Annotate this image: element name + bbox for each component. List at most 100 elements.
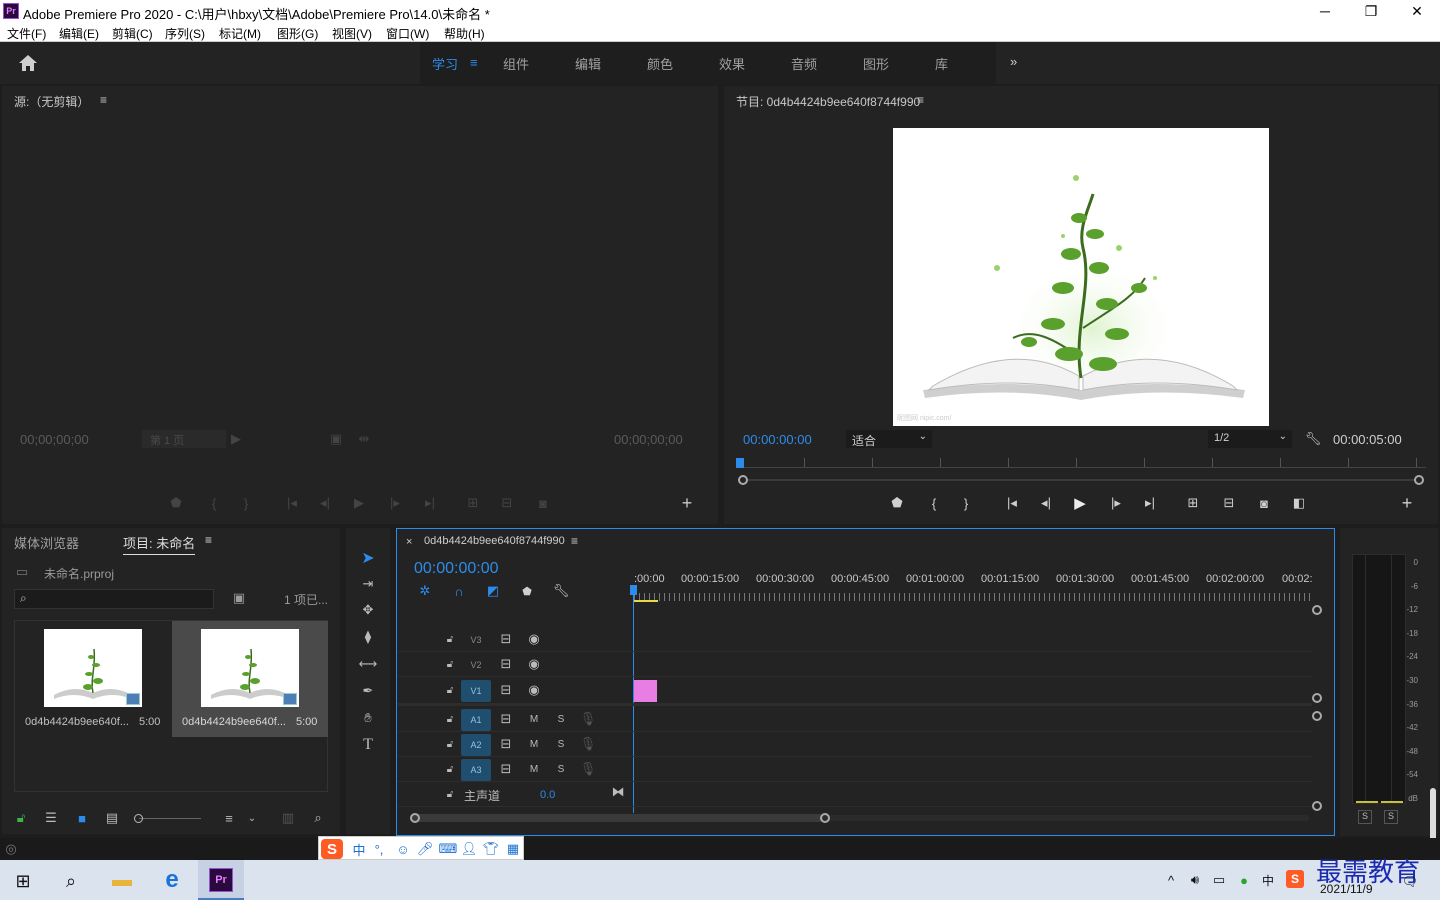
workspace-menu-icon[interactable]: ≡ (470, 55, 478, 70)
go-to-out-icon[interactable]: ▸| (1140, 494, 1160, 512)
windows-start-icon[interactable]: ⊞ (12, 870, 34, 892)
skin-icon[interactable]: 👕︎ (483, 840, 500, 858)
timeline-scroll-thumb[interactable] (411, 814, 823, 822)
lock-icon[interactable]: 🔓︎ (444, 683, 456, 697)
solo-left-button[interactable]: S (1358, 810, 1372, 824)
maximize-button[interactable]: ❐ (1348, 0, 1394, 22)
slip-tool-icon[interactable]: ⟷ (358, 654, 378, 674)
menu-window[interactable]: 窗口(W) (386, 25, 429, 42)
zoom-slider-handle[interactable] (134, 814, 143, 823)
video-scroll-top[interactable] (1312, 605, 1322, 615)
timeline-sequence-title[interactable]: 0d4b4424b9ee640f8744f990 (424, 535, 565, 547)
step-back-icon[interactable]: ◂| (1036, 494, 1056, 512)
scroll-handle-right[interactable] (1414, 475, 1424, 485)
lock-icon[interactable]: 🔓︎ (444, 657, 456, 671)
source-title[interactable]: 源:（无剪辑） (14, 93, 89, 110)
sogou-logo-icon[interactable]: S (321, 839, 343, 859)
menu-marker[interactable]: 标记(M) (219, 25, 261, 42)
solo-button[interactable]: S (555, 712, 567, 726)
linked-selection-icon[interactable]: ◩ (485, 583, 501, 599)
sync-lock-icon[interactable]: ⊟ (498, 631, 514, 646)
workspace-audio[interactable]: 音频 (791, 54, 817, 73)
microphone-icon[interactable]: 🎙︎ (580, 761, 597, 776)
lock-icon[interactable]: 🔓︎ (444, 737, 456, 751)
comparison-view-icon[interactable]: ◧ (1288, 494, 1310, 512)
workspace-editing[interactable]: 编辑 (575, 54, 601, 73)
source-go-to-out-icon[interactable]: ▸| (420, 494, 440, 512)
volume-icon[interactable]: 🔊︎ (1186, 872, 1204, 888)
timeline-ruler[interactable]: :00:00 00:00:15:00 00:00:30:00 00:00:45:… (634, 573, 1314, 603)
mute-button[interactable]: M (528, 737, 540, 751)
selection-tool-icon[interactable]: ➤ (358, 548, 378, 568)
track-target-a2[interactable]: A2 (461, 734, 491, 756)
zoom-slider[interactable] (139, 818, 201, 819)
sort-icon[interactable]: ≡ (220, 810, 238, 826)
source-mark-out-icon[interactable]: } (238, 494, 254, 512)
network-icon[interactable]: ▭ (1210, 872, 1228, 888)
hand-tool-icon[interactable]: ✋︎ (358, 708, 378, 728)
close-button[interactable]: ✕ (1394, 0, 1440, 22)
audio-scroll-bottom[interactable] (1312, 801, 1322, 811)
chevron-up-icon[interactable]: ^ (1164, 872, 1178, 888)
menu-file[interactable]: 文件(F) (7, 25, 46, 42)
scroll-handle-right[interactable] (820, 813, 830, 823)
scroll-handle-left[interactable] (738, 475, 748, 485)
microphone-icon[interactable]: 🎙︎ (580, 711, 597, 726)
notification-icon[interactable]: 🗨︎ (1400, 872, 1420, 892)
keyboard-icon[interactable]: ⌨ (439, 840, 458, 858)
source-overwrite-icon[interactable]: ⊟ (496, 494, 518, 512)
track-select-tool-icon[interactable]: ⇥ (358, 574, 378, 594)
add-marker-icon[interactable]: ⬟ (519, 583, 535, 599)
home-icon[interactable] (18, 54, 38, 72)
menu-sequence[interactable]: 序列(S) (165, 25, 205, 42)
track-target-v2[interactable]: V2 (461, 654, 491, 676)
user-icon[interactable]: 👤︎ (461, 840, 478, 858)
go-to-in-icon[interactable]: |◂ (1002, 494, 1022, 512)
timeline-panel-menu-icon[interactable]: ≡ (571, 534, 578, 548)
source-timecode-current[interactable]: 00;00;00;00 (20, 432, 89, 447)
source-panel-menu-icon[interactable]: ≡ (100, 93, 107, 107)
timeline-clip[interactable] (634, 680, 657, 702)
master-volume-value[interactable]: 0.0 (540, 789, 555, 801)
lock-icon[interactable]: 🔓︎ (444, 762, 456, 776)
taskbar-date[interactable]: 2021/11/9 (1320, 882, 1373, 896)
file-explorer-icon[interactable]: ▬ (110, 868, 134, 892)
nest-toggle-icon[interactable]: ✲ (417, 583, 433, 599)
lock-icon[interactable]: 🔓︎ (444, 787, 456, 801)
sync-lock-icon[interactable]: ⊟ (498, 736, 514, 751)
mute-button[interactable]: M (528, 762, 540, 776)
workspace-graphics[interactable]: 图形 (863, 54, 889, 73)
snap-magnet-icon[interactable]: ∩ (451, 583, 467, 599)
source-button-editor-icon[interactable]: + (678, 493, 696, 513)
toolbox-icon[interactable]: ▦ (505, 840, 521, 858)
source-go-to-in-icon[interactable]: |◂ (282, 494, 302, 512)
tab-project[interactable]: 项目: 未命名 (123, 533, 196, 555)
track-target-a1[interactable]: A1 (461, 709, 491, 731)
ime-mode-chinese[interactable]: 中 (351, 840, 367, 858)
solo-button[interactable]: S (555, 762, 567, 776)
workspace-learn[interactable]: 学习 (432, 54, 458, 73)
source-export-frame-icon[interactable]: ◙ (534, 494, 552, 512)
lock-icon[interactable]: 🔓︎ (444, 632, 456, 646)
automate-to-sequence-icon[interactable]: ▥ (278, 810, 298, 826)
project-item-selected[interactable]: 0d4b4424b9ee640f... 5:00 (172, 621, 328, 737)
microphone-icon[interactable]: 🎙︎ (580, 736, 597, 751)
project-item[interactable]: 0d4b4424b9ee640f... 5:00 (15, 621, 171, 737)
source-step-forward-icon[interactable]: |▸ (386, 494, 404, 512)
lock-icon[interactable]: 🔓︎ (14, 810, 28, 826)
source-page-next-icon[interactable]: ▶ (230, 430, 242, 448)
wrench-icon[interactable]: 🔧︎ (1304, 430, 1322, 448)
mark-in-icon[interactable]: { (926, 494, 942, 512)
program-panel-menu-icon[interactable]: ≡ (917, 93, 924, 107)
source-step-back-icon[interactable]: ◂| (316, 494, 334, 512)
workspace-assembly[interactable]: 组件 (503, 54, 529, 73)
input-language[interactable]: 中 (1260, 872, 1276, 888)
step-forward-icon[interactable]: |▸ (1106, 494, 1126, 512)
list-view-icon[interactable]: ☰ (42, 810, 60, 826)
source-play-icon[interactable]: ▶ (350, 494, 368, 512)
sync-lock-icon[interactable]: ⊟ (498, 761, 514, 776)
extract-icon[interactable]: ⊟ (1218, 494, 1240, 512)
scroll-handle-left[interactable] (410, 813, 420, 823)
edge-icon[interactable]: e (160, 866, 184, 893)
source-page-select[interactable]: 第 1 页 (142, 430, 226, 448)
